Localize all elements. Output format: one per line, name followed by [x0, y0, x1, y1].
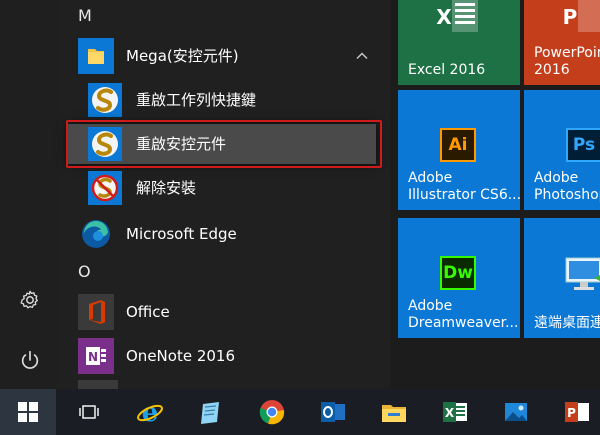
- windows-logo-icon: [18, 402, 38, 422]
- start-button[interactable]: [0, 389, 56, 435]
- start-left-rail: [0, 0, 60, 389]
- task-view-button[interactable]: [61, 389, 117, 435]
- app-label: OneNote 2016: [126, 347, 235, 365]
- power-button[interactable]: [0, 338, 60, 382]
- taskbar-internet-explorer[interactable]: e: [122, 389, 178, 435]
- mega-logo-icon: [92, 87, 118, 113]
- task-view-icon: [79, 405, 99, 419]
- app-list: M Mega(安控元件) 重啟工作列快捷鍵 重啟安控元件 解除安裝 Micros…: [60, 0, 390, 389]
- tile-adobe-illustrator[interactable]: Ai Adobe Illustrator CS6...: [398, 90, 520, 210]
- office-tile: [78, 294, 114, 330]
- taskbar-powerpoint[interactable]: P: [549, 389, 600, 435]
- tile-label: Adobe Illustrator CS6...: [408, 170, 520, 203]
- taskbar-file-explorer[interactable]: [366, 389, 422, 435]
- powerpoint-icon: P: [563, 0, 600, 32]
- app-office[interactable]: Office: [68, 292, 388, 332]
- svg-text:e: e: [142, 398, 159, 426]
- svg-text:P: P: [567, 406, 576, 420]
- folder-tile: [78, 38, 114, 74]
- folder-icon: [88, 49, 104, 64]
- taskbar: e X P: [0, 389, 600, 435]
- notepad-icon: [201, 402, 219, 424]
- app-label: 重啟工作列快捷鍵: [136, 91, 257, 109]
- app-label: 解除安裝: [136, 179, 197, 197]
- office-icon: [89, 300, 105, 324]
- onenote-tile: N: [78, 338, 114, 374]
- svg-text:X: X: [445, 406, 455, 420]
- tile-label: PowerPoint 2016: [534, 45, 600, 78]
- app-onenote-2016[interactable]: N OneNote 2016: [68, 336, 388, 376]
- powerpoint-icon: P: [565, 402, 589, 422]
- section-letter-m[interactable]: M: [78, 6, 92, 25]
- illustrator-icon: Ai: [440, 128, 476, 162]
- settings-button[interactable]: [0, 278, 60, 322]
- uninstall-tile: [88, 171, 122, 205]
- mega-logo-tile: [88, 83, 122, 117]
- svg-text:N: N: [88, 350, 98, 364]
- chevron-up-icon[interactable]: [354, 48, 370, 64]
- file-explorer-icon: [382, 405, 406, 422]
- excel-icon: X: [436, 0, 478, 32]
- highlight-box: [66, 120, 382, 168]
- svg-text:X: X: [436, 5, 452, 29]
- tile-label: 遠端桌面連線: [534, 315, 600, 331]
- photoshop-icon: Ps: [566, 128, 600, 162]
- app-group-mega-label: Mega(安控元件): [126, 47, 239, 65]
- tile-adobe-photoshop[interactable]: Ps Adobe Photoshop...: [524, 90, 600, 210]
- tile-label: Adobe Dreamweaver...: [408, 298, 519, 331]
- tile-excel-2016[interactable]: X Excel 2016: [398, 0, 520, 85]
- taskbar-notepad[interactable]: [183, 389, 239, 435]
- start-tiles: X Excel 2016 P PowerPoint 2016 Ai Adobe …: [390, 0, 600, 389]
- power-icon: [21, 350, 39, 369]
- taskbar-photos[interactable]: [488, 389, 544, 435]
- app-restart-taskbar-shortcut[interactable]: 重啟工作列快捷鍵: [68, 80, 388, 120]
- app-group-mega[interactable]: Mega(安控元件): [68, 36, 388, 76]
- app-label: Office: [126, 303, 170, 321]
- chrome-icon: [259, 400, 285, 425]
- section-letter-o[interactable]: O: [78, 262, 91, 281]
- svg-text:P: P: [563, 5, 578, 29]
- app-label: Microsoft Edge: [126, 225, 237, 243]
- taskbar-outlook[interactable]: [305, 389, 361, 435]
- tile-powerpoint-2016[interactable]: P PowerPoint 2016: [524, 0, 600, 85]
- taskbar-chrome[interactable]: [244, 389, 300, 435]
- excel-icon: X: [443, 402, 467, 422]
- gear-icon: [20, 290, 38, 309]
- dreamweaver-icon: Dw: [440, 256, 476, 290]
- outlook-icon: [321, 402, 345, 422]
- edge-tile: [78, 216, 114, 252]
- tile-remote-desktop[interactable]: 遠端桌面連線: [524, 218, 600, 338]
- uninstall-icon: [91, 174, 119, 202]
- app-microsoft-edge[interactable]: Microsoft Edge: [68, 214, 388, 254]
- onenote-icon: N: [86, 347, 106, 365]
- tile-label: Excel 2016: [408, 62, 486, 78]
- partial-app-icon: [78, 380, 118, 389]
- tile-label: Adobe Photoshop...: [534, 170, 600, 203]
- tile-adobe-dreamweaver[interactable]: Dw Adobe Dreamweaver...: [398, 218, 520, 338]
- internet-explorer-icon: e: [137, 398, 163, 426]
- photos-icon: [505, 403, 527, 421]
- app-uninstall[interactable]: 解除安裝: [68, 168, 388, 208]
- edge-icon: [82, 220, 110, 248]
- remote-desktop-icon: [565, 257, 600, 290]
- taskbar-excel[interactable]: X: [427, 389, 483, 435]
